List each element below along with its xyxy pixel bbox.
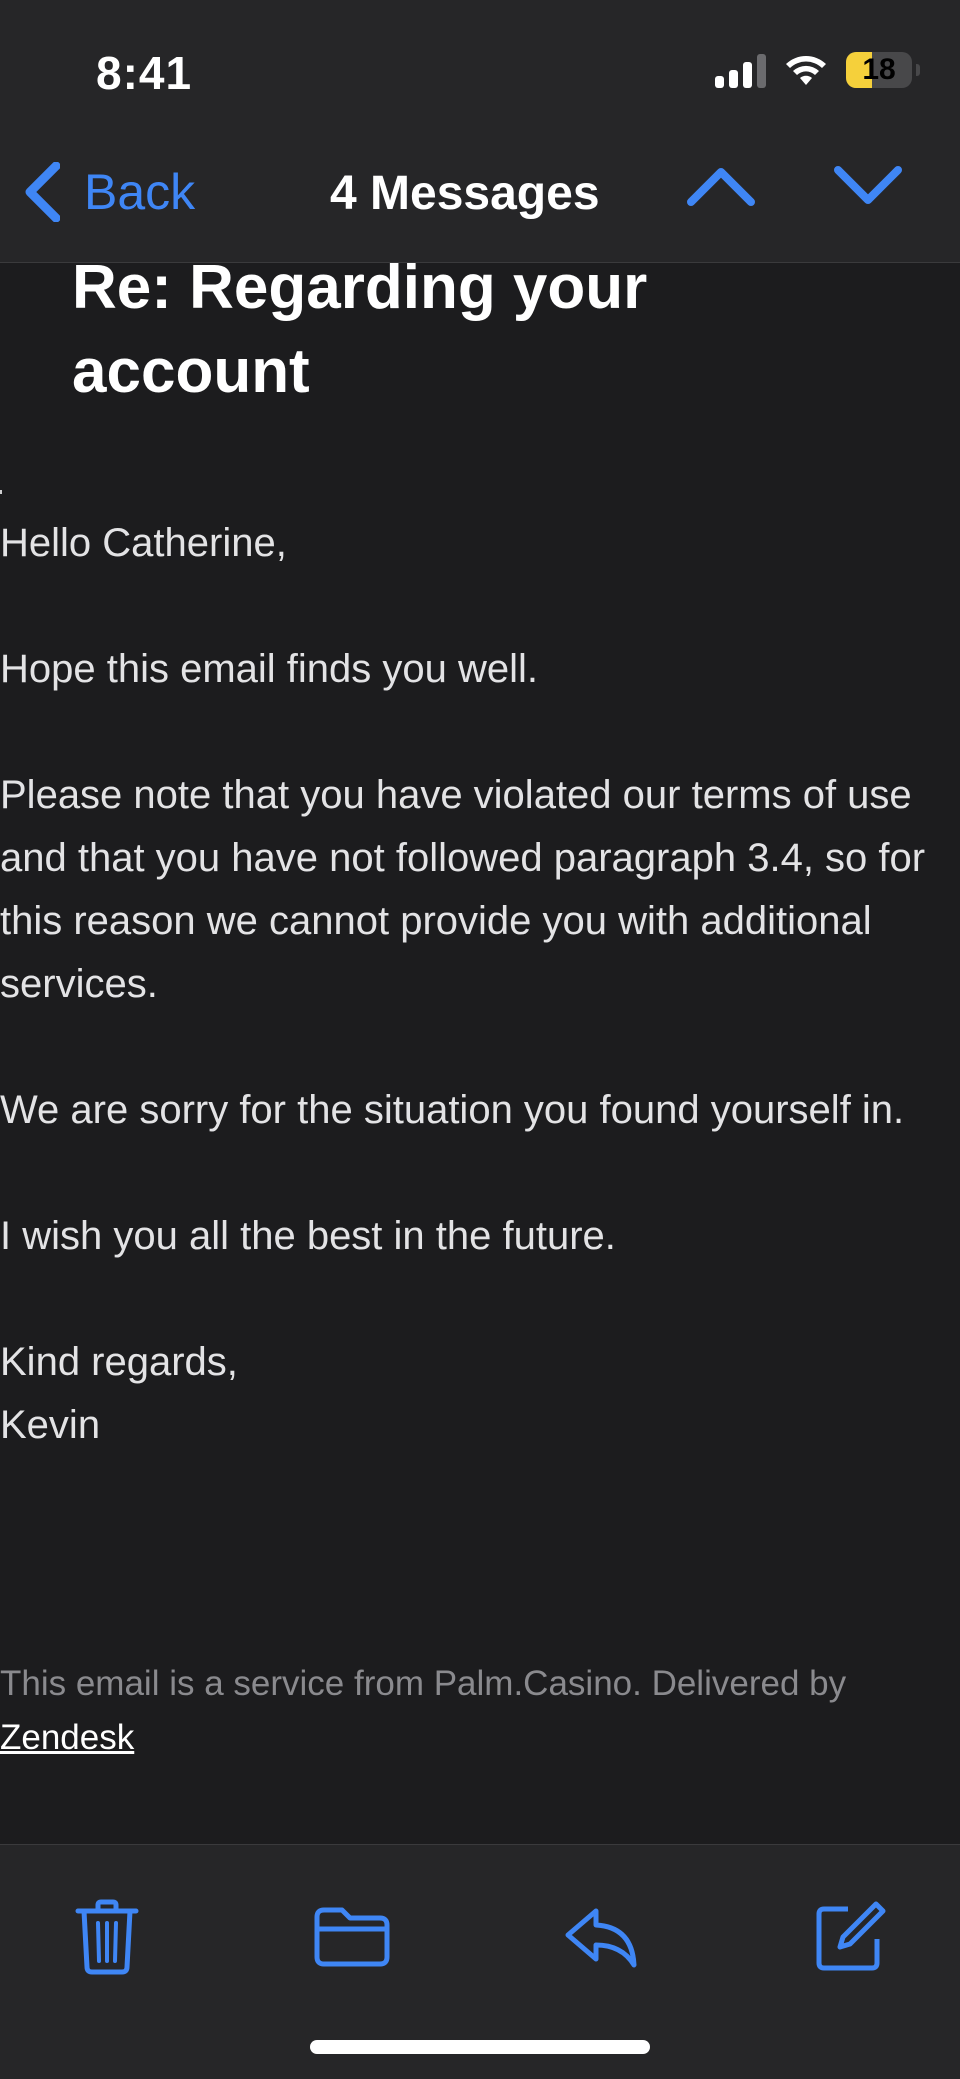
status-icons: 18 <box>715 52 920 88</box>
email-signoff: Kind regards, <box>0 1340 238 1384</box>
home-indicator[interactable] <box>310 2040 650 2054</box>
email-subject: Re: Regarding your account <box>72 253 648 406</box>
battery-level: 18 <box>862 53 896 86</box>
wifi-icon <box>786 56 826 85</box>
top-navigation-bar: 8:41 18 Back 4 Messages <box>0 0 960 263</box>
email-paragraph: I wish you all the best in the future. <box>0 1214 616 1258</box>
email-body: Hello Catherine, Hope this email finds y… <box>0 512 960 1457</box>
chevron-up-icon <box>687 168 755 206</box>
chevron-left-icon <box>25 162 60 222</box>
email-greeting: Hello Catherine, <box>0 521 287 565</box>
email-footer: This email is a service from Palm.Casino… <box>0 1657 960 1765</box>
chevron-down-icon <box>834 166 902 204</box>
compose-button[interactable] <box>800 1887 900 1987</box>
compose-icon <box>816 1901 886 1971</box>
email-paragraph: Hope this email finds you well. <box>0 647 539 691</box>
cellular-signal-icon <box>715 52 766 88</box>
back-button-label: Back <box>84 164 196 220</box>
delete-button[interactable] <box>57 1887 157 1987</box>
battery-icon: 18 <box>846 52 920 88</box>
email-signature: Kevin <box>0 1403 101 1447</box>
next-message-button[interactable] <box>833 164 903 213</box>
reply-button[interactable] <box>552 1887 652 1987</box>
reply-icon <box>565 1908 637 1968</box>
folder-icon <box>314 1907 390 1967</box>
back-button[interactable]: Back <box>24 162 195 222</box>
trash-icon <box>75 1899 139 1975</box>
divider-mark <box>0 490 2 494</box>
message-count-title: 4 Messages <box>330 167 600 220</box>
footer-note: This email is a service from Palm.Casino… <box>0 1664 847 1703</box>
email-paragraph: Please note that you have violated our t… <box>0 773 926 1006</box>
bottom-toolbar <box>0 1844 960 2079</box>
email-paragraph: We are sorry for the situation you found… <box>0 1088 905 1132</box>
previous-message-button[interactable] <box>686 164 756 213</box>
status-time: 8:41 <box>96 47 193 99</box>
zendesk-link[interactable]: Zendesk <box>0 1718 134 1757</box>
move-to-folder-button[interactable] <box>302 1887 402 1987</box>
